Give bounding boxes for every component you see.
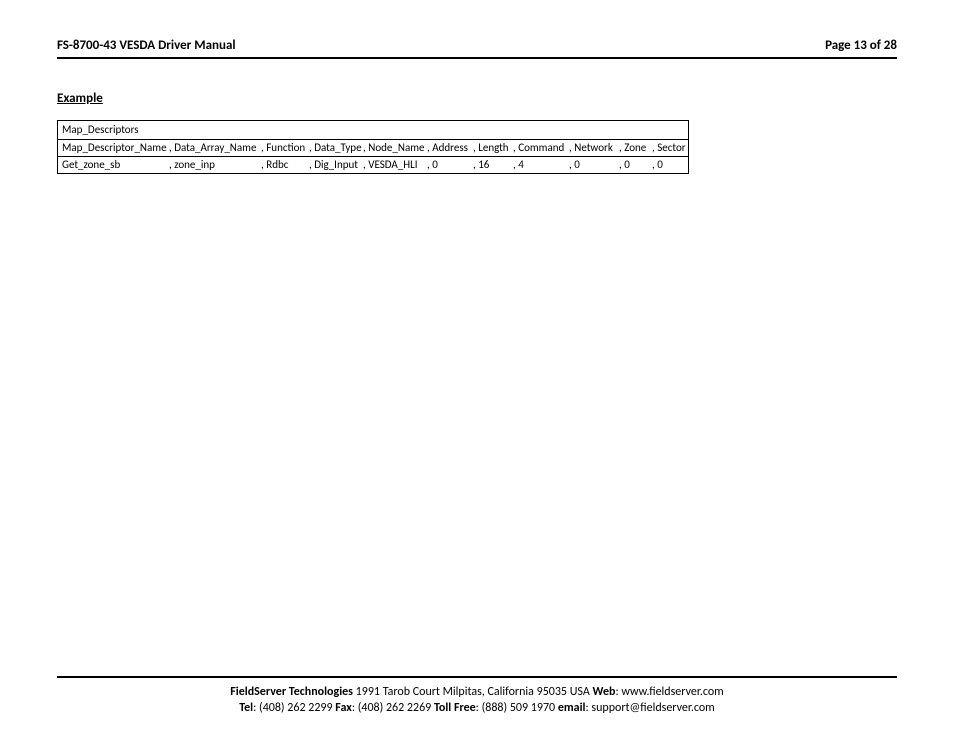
footer-fax-value: : (408) 262 2269: [352, 701, 434, 715]
col-header: , Function: [261, 140, 309, 156]
footer-web-value: : www.fieldserver.com: [615, 685, 723, 699]
footer-tollfree-label: Toll Free: [434, 701, 476, 715]
col-header: , Address: [427, 140, 473, 156]
cell: , 0: [569, 157, 619, 173]
footer-tel-value: : (408) 262 2299: [253, 701, 335, 715]
doc-title: FS-8700-43 VESDA Driver Manual: [57, 38, 236, 53]
table-header-row: Map_Descriptor_Name , Data_Array_Name , …: [58, 140, 688, 157]
col-header: , Length: [473, 140, 513, 156]
map-descriptors-table: Map_Descriptors Map_Descriptor_Name , Da…: [57, 120, 689, 174]
footer-company: FieldServer Technologies: [230, 685, 353, 699]
col-header: , Node_Name: [363, 140, 427, 156]
page-number: Page 13 of 28: [825, 38, 897, 53]
cell: , 4: [513, 157, 569, 173]
table-title: Map_Descriptors: [58, 121, 688, 140]
cell: , 0: [427, 157, 473, 173]
page-footer: FieldServer Technologies 1991 Tarob Cour…: [57, 676, 897, 716]
footer-web-label: Web: [593, 685, 616, 699]
col-header: , Data_Type: [309, 140, 363, 156]
cell: , Dig_Input: [309, 157, 363, 173]
cell: , zone_inp: [169, 157, 261, 173]
page-header: FS-8700-43 VESDA Driver Manual Page 13 o…: [57, 38, 897, 59]
cell: Get_zone_sb: [58, 157, 169, 173]
col-header: , Data_Array_Name: [169, 140, 261, 156]
col-header: , Command: [513, 140, 569, 156]
document-page: FS-8700-43 VESDA Driver Manual Page 13 o…: [0, 0, 954, 738]
col-header: , Zone: [619, 140, 652, 156]
footer-email-label: email: [558, 701, 586, 715]
footer-line-2: Tel: (408) 262 2299 Fax: (408) 262 2269 …: [57, 700, 897, 716]
footer-fax-label: Fax: [335, 701, 352, 715]
footer-tollfree-value: : (888) 509 1970: [476, 701, 558, 715]
cell: , 0: [652, 157, 686, 173]
col-header: , Network: [569, 140, 619, 156]
cell: , 16: [473, 157, 513, 173]
cell: , Rdbc: [261, 157, 309, 173]
cell: , 0: [619, 157, 652, 173]
col-header: Map_Descriptor_Name: [58, 140, 169, 156]
section-heading: Example: [57, 91, 897, 106]
footer-email-value: : support@fieldserver.com: [585, 701, 714, 715]
footer-line-1: FieldServer Technologies 1991 Tarob Cour…: [57, 684, 897, 700]
footer-tel-label: Tel: [239, 701, 253, 715]
cell: , VESDA_HLI: [363, 157, 427, 173]
table-row: Get_zone_sb , zone_inp , Rdbc , Dig_Inpu…: [58, 157, 688, 173]
footer-address: 1991 Tarob Court Milpitas, California 95…: [353, 685, 593, 699]
col-header: , Sector: [652, 140, 686, 156]
